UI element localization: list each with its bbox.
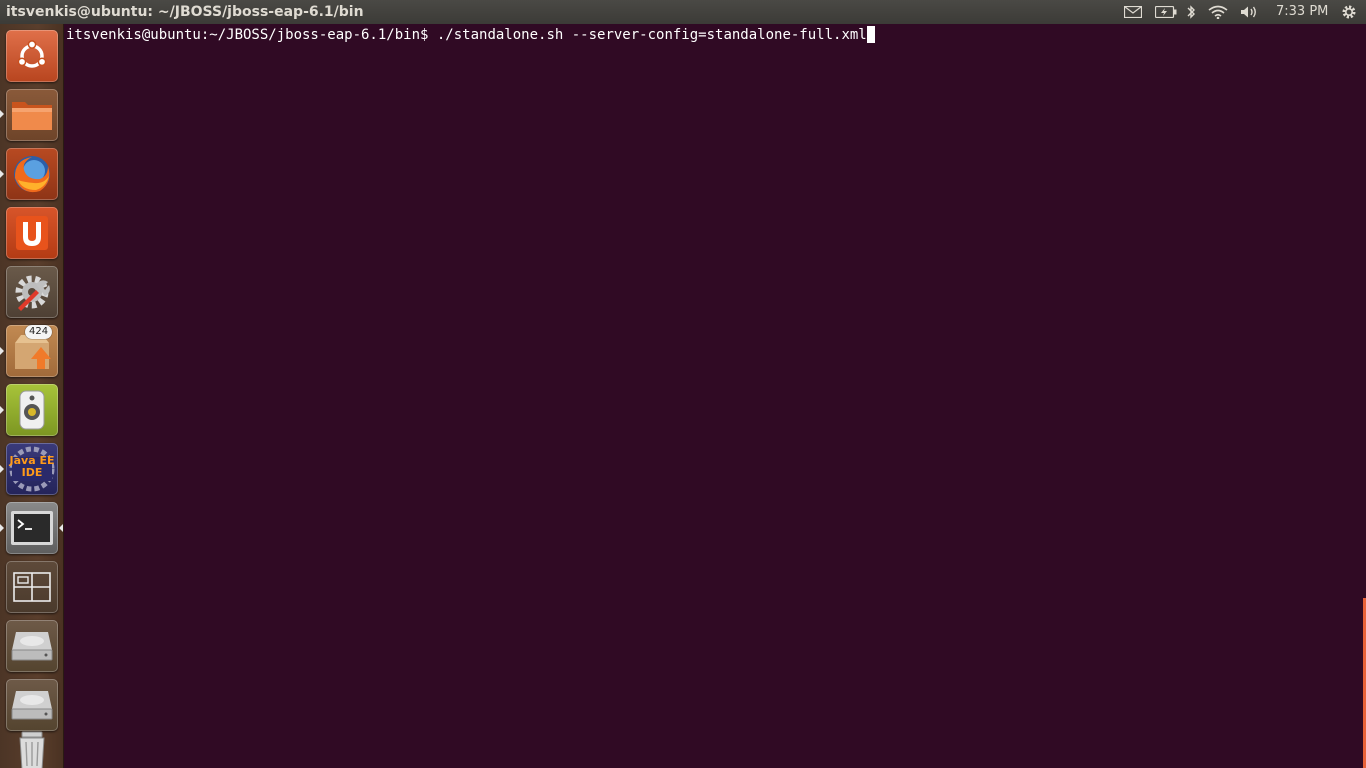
battery-icon[interactable] — [1154, 0, 1178, 24]
running-indicator — [0, 465, 4, 473]
update-count-badge: 424 — [25, 325, 53, 339]
running-indicator — [0, 347, 4, 355]
hard-drive-icon — [11, 632, 53, 661]
launcher: 424 Java EE IDE — [0, 24, 64, 768]
dash-home-button[interactable] — [6, 30, 58, 82]
top-panel: itsvenkis@ubuntu: ~/JBOSS/jboss-eap-6.1/… — [0, 0, 1366, 24]
running-indicator — [0, 110, 4, 118]
mail-icon[interactable] — [1122, 0, 1144, 24]
bluetooth-icon[interactable] — [1184, 0, 1198, 24]
firefox-button[interactable] — [6, 148, 58, 200]
terminal-button[interactable] — [6, 502, 58, 554]
system-settings-button[interactable] — [6, 266, 58, 318]
files-button[interactable] — [6, 89, 58, 141]
running-indicator — [0, 170, 4, 178]
firefox-icon — [14, 156, 50, 193]
window-title: itsvenkis@ubuntu: ~/JBOSS/jboss-eap-6.1/… — [6, 4, 364, 20]
terminal-command-line: itsvenkis@ubuntu:~/JBOSS/jboss-eap-6.1/b… — [66, 26, 875, 44]
terminal-icon — [11, 511, 53, 545]
java-ee-ide-label: Java EE IDE — [9, 454, 55, 479]
running-indicator — [0, 406, 4, 414]
terminal-prompt: itsvenkis@ubuntu:~/JBOSS/jboss-eap-6.1/b… — [66, 27, 437, 43]
settings-icon — [15, 275, 50, 311]
wifi-icon[interactable] — [1206, 0, 1230, 24]
rhythmbox-button[interactable] — [6, 384, 58, 436]
volume-icon[interactable] — [1238, 0, 1262, 24]
speaker-icon — [19, 390, 45, 430]
workspaces-icon — [13, 572, 51, 602]
ubuntu-logo-icon — [17, 40, 47, 68]
terminal-command: ./standalone.sh --server-config=standalo… — [436, 27, 867, 43]
ubuntu-one-icon — [16, 216, 48, 250]
ubuntu-one-button[interactable] — [6, 207, 58, 259]
text-cursor — [866, 26, 875, 43]
trash-icon — [19, 731, 45, 768]
hard-drive-icon — [11, 691, 53, 720]
focused-indicator — [59, 524, 63, 532]
running-indicator — [0, 524, 4, 532]
workspace-switcher-button[interactable] — [6, 561, 58, 613]
folder-icon — [12, 102, 52, 130]
gear-icon[interactable] — [1338, 0, 1360, 24]
eclipse-java-ee-button[interactable]: Java EE IDE — [6, 443, 58, 495]
trash-button[interactable] — [6, 724, 58, 768]
clock[interactable]: 7:33 PM — [1276, 0, 1328, 24]
terminal-window[interactable]: itsvenkis@ubuntu:~/JBOSS/jboss-eap-6.1/b… — [64, 24, 1366, 768]
drive-1-button[interactable] — [6, 620, 58, 672]
